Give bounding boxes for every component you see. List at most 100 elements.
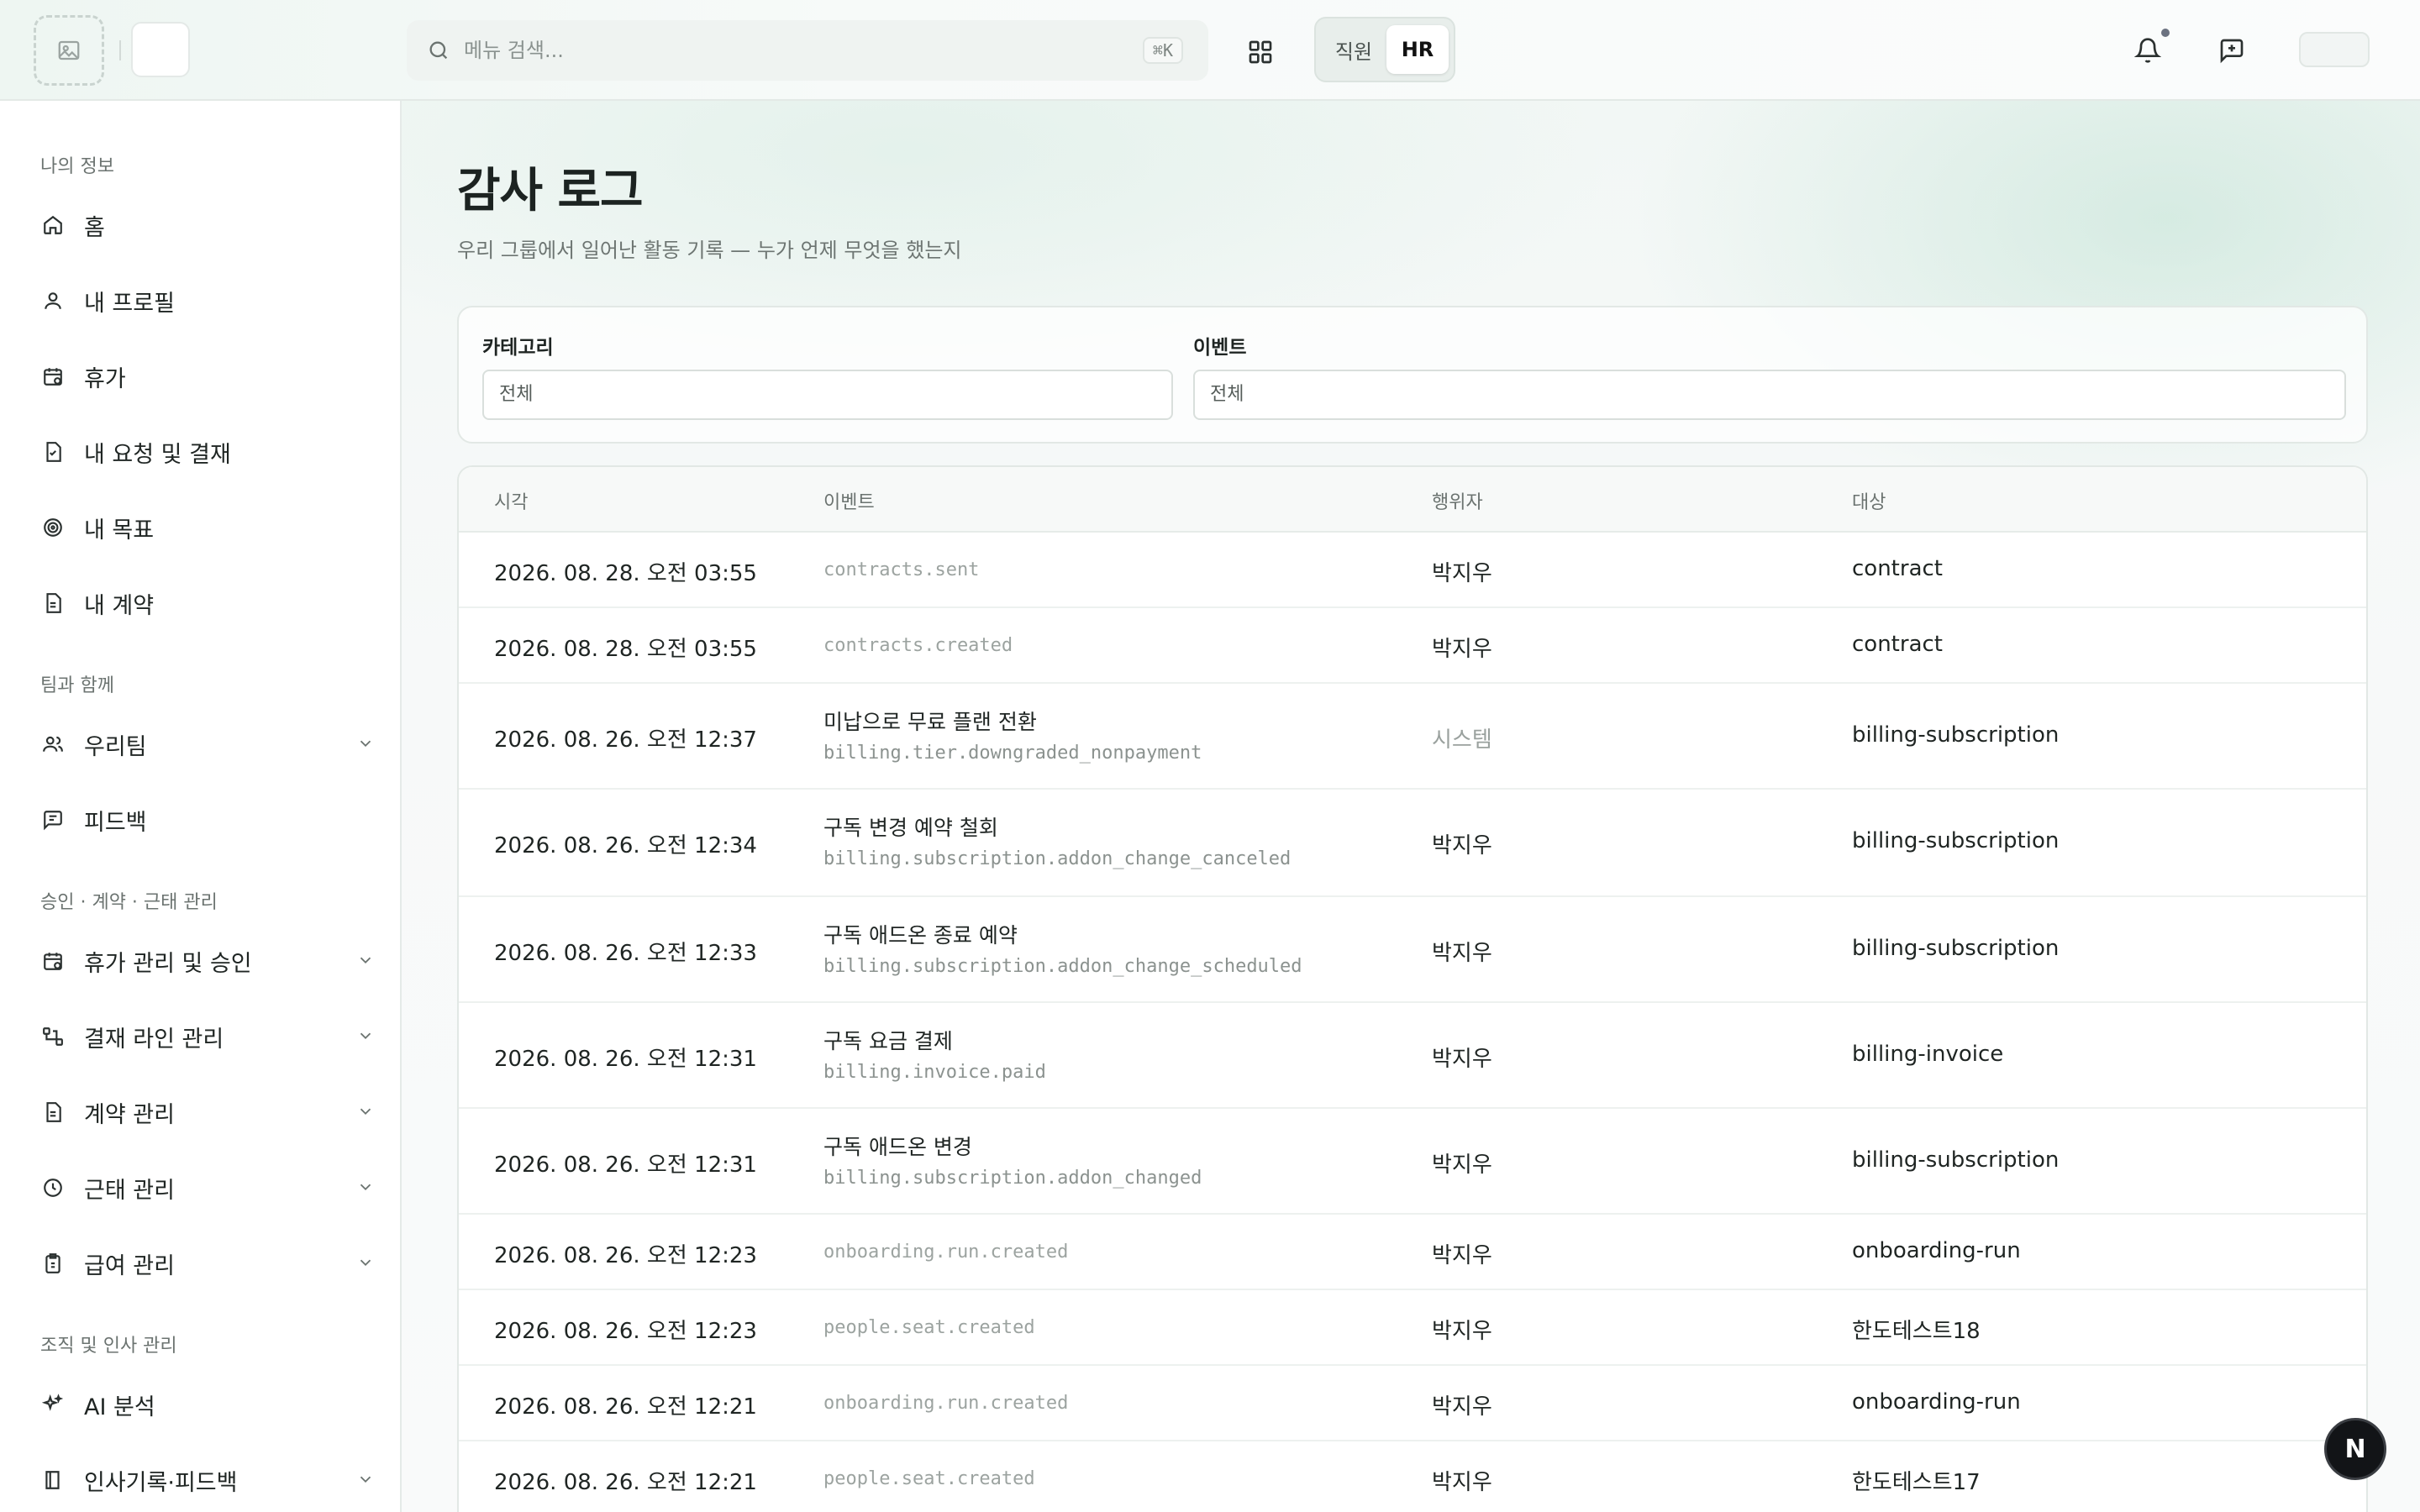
row-event-code: onboarding.run.created: [823, 1242, 1069, 1263]
column-header-event: 이벤트: [823, 492, 875, 513]
org-switcher[interactable]: [131, 22, 190, 77]
main-content: 감사 로그 우리 그룹에서 일어난 활동 기록 — 누가 언제 무엇을 했는지 …: [402, 101, 2420, 1512]
row-event-code: people.seat.created: [823, 1317, 1035, 1338]
row-time: 2026. 08. 26. 오전 12:23: [494, 1243, 757, 1268]
users-icon: [40, 732, 66, 757]
row-actor: 박지우: [1432, 561, 1492, 586]
file-icon: [40, 1100, 66, 1125]
user-icon: [40, 288, 66, 313]
sidebar-item-label: 계약 관리: [84, 1101, 175, 1128]
image-icon: [58, 40, 80, 60]
sidebar-item-payroll[interactable]: 급여 관리: [40, 1238, 375, 1289]
row-actor: 박지우: [1432, 1243, 1492, 1268]
row-event-code: billing.subscription.addon_change_cancel…: [823, 848, 1292, 869]
row-event-code: billing.invoice.paid: [823, 1062, 1046, 1083]
apps-grid-button[interactable]: [1240, 32, 1281, 72]
chevron-down-icon: [356, 951, 375, 973]
table-row[interactable]: 2026. 08. 26. 오전 12:23 people.seat.creat…: [459, 1290, 2366, 1366]
sidebar-item-feedback[interactable]: 피드백: [40, 795, 375, 845]
row-event-code: contracts.created: [823, 635, 1013, 656]
row-time: 2026. 08. 26. 오전 12:23: [494, 1319, 757, 1344]
sidebar-item-label: 인사기록·피드백: [84, 1469, 238, 1496]
row-actor: 박지우: [1432, 941, 1492, 966]
sidebar-section-title: 승인 · 계약 · 근태 관리: [40, 892, 218, 913]
table-row[interactable]: 2026. 08. 26. 오전 12:21 onboarding.run.cr…: [459, 1366, 2366, 1441]
row-time: 2026. 08. 26. 오전 12:37: [494, 727, 757, 753]
sidebar-item-our-team[interactable]: 우리팀: [40, 719, 375, 769]
event-filter-label: 이벤트: [1193, 337, 1247, 359]
sidebar-item-leave-management[interactable]: 휴가 관리 및 승인: [40, 936, 375, 986]
sidebar-item-label: 내 목표: [84, 517, 155, 543]
calendar-icon: [40, 364, 66, 389]
sidebar-item-label: 근태 관리: [84, 1177, 175, 1204]
sidebar-item-approval-line[interactable]: 결재 라인 관리: [40, 1011, 375, 1062]
page-subtitle: 우리 그룹에서 일어난 활동 기록 — 누가 언제 무엇을 했는지: [457, 239, 962, 262]
sidebar-item-attendance[interactable]: 근태 관리: [40, 1163, 375, 1213]
sparkles-icon: [40, 1392, 66, 1417]
search-icon: [427, 39, 450, 66]
table-header: 시각 이벤트 행위자 대상: [459, 467, 2366, 533]
row-event-code: billing.tier.downgraded_nonpayment: [823, 743, 1202, 764]
role-hr-option[interactable]: HR: [1386, 25, 1449, 74]
table-row[interactable]: 2026. 08. 26. 오전 12:34 구독 변경 예약 철회 billi…: [459, 790, 2366, 897]
sidebar-item-profile[interactable]: 내 프로필: [40, 276, 375, 326]
row-actor: 박지우: [1432, 1152, 1492, 1178]
row-actor: 박지우: [1432, 637, 1492, 662]
sidebar-item-label: 휴가 관리 및 승인: [84, 950, 252, 977]
category-filter-select[interactable]: 전체: [482, 370, 1173, 420]
chevron-down-icon: [356, 1102, 375, 1124]
table-row[interactable]: 2026. 08. 26. 오전 12:31 구독 요금 결제 billing.…: [459, 1003, 2366, 1109]
sidebar-item-leave[interactable]: 휴가: [40, 351, 375, 402]
row-time: 2026. 08. 26. 오전 12:21: [494, 1394, 757, 1420]
sidebar-item-my-contract[interactable]: 내 계약: [40, 578, 375, 628]
sidebar-item-label: 급여 관리: [84, 1252, 175, 1279]
table-row[interactable]: 2026. 08. 28. 오전 03:55 contracts.created…: [459, 608, 2366, 684]
event-filter-input[interactable]: 전체: [1193, 370, 2346, 420]
user-menu[interactable]: [2299, 32, 2370, 67]
sidebar-item-my-requests[interactable]: 내 요청 및 결재: [40, 427, 375, 477]
row-event-title: 구독 애드온 변경: [823, 1135, 972, 1159]
filter-panel: 카테고리 전체 이벤트 전체: [457, 306, 2368, 444]
table-row[interactable]: 2026. 08. 26. 오전 12:31 구독 애드온 변경 billing…: [459, 1109, 2366, 1215]
chevron-down-icon: [356, 1470, 375, 1492]
table-row[interactable]: 2026. 08. 28. 오전 03:55 contracts.sent 박지…: [459, 533, 2366, 608]
row-event-title: 미납으로 무료 플랜 전환: [823, 710, 1037, 734]
logo-placeholder[interactable]: [34, 15, 104, 86]
search-shortcut: ⌘K: [1142, 37, 1183, 64]
column-header-target: 대상: [1852, 492, 1886, 513]
home-icon: [40, 213, 66, 238]
sidebar-item-ai-analysis[interactable]: AI 분석: [40, 1379, 375, 1430]
row-time: 2026. 08. 26. 오전 12:31: [494, 1047, 757, 1072]
table-row[interactable]: 2026. 08. 26. 오전 12:23 onboarding.run.cr…: [459, 1215, 2366, 1290]
row-target: billing-subscription: [1852, 1147, 2060, 1173]
table-row[interactable]: 2026. 08. 26. 오전 12:21 people.seat.creat…: [459, 1441, 2366, 1512]
row-target: contract: [1852, 632, 1943, 657]
sidebar-item-label: 홈: [84, 214, 105, 241]
book-icon: [40, 1467, 66, 1493]
messages-button[interactable]: [2212, 30, 2252, 71]
sidebar-item-label: 피드백: [84, 809, 147, 836]
table-row[interactable]: 2026. 08. 26. 오전 12:33 구독 애드온 종료 예약 bill…: [459, 897, 2366, 1003]
sidebar-item-contract-management[interactable]: 계약 관리: [40, 1087, 375, 1137]
row-target: billing-subscription: [1852, 828, 2060, 853]
calendar-clock-icon: [40, 948, 66, 974]
clock-icon: [40, 1175, 66, 1200]
message-icon: [40, 807, 66, 832]
sidebar-item-home[interactable]: 홈: [40, 200, 375, 250]
role-toggle: 직원 HR: [1314, 17, 1455, 82]
search-input[interactable]: [464, 34, 968, 67]
sidebar-item-label: AI 분석: [84, 1394, 155, 1420]
message-plus-icon: [2220, 39, 2244, 64]
dev-tools-badge[interactable]: N: [2324, 1418, 2386, 1480]
sidebar-item-my-goals[interactable]: 내 목표: [40, 502, 375, 553]
notifications-button[interactable]: [2128, 30, 2168, 71]
role-employee-option[interactable]: 직원: [1324, 25, 1383, 74]
menu-search[interactable]: ⌘K: [407, 20, 1208, 81]
sidebar-item-hr-records[interactable]: 인사기록·피드백: [40, 1455, 375, 1505]
row-target: billing-subscription: [1852, 936, 2060, 961]
grid-icon: [1249, 40, 1272, 64]
row-target: contract: [1852, 556, 1943, 581]
row-target: onboarding-run: [1852, 1389, 2021, 1415]
sidebar-section-title: 조직 및 인사 관리: [40, 1336, 177, 1357]
table-row[interactable]: 2026. 08. 26. 오전 12:37 미납으로 무료 플랜 전환 bil…: [459, 684, 2366, 790]
